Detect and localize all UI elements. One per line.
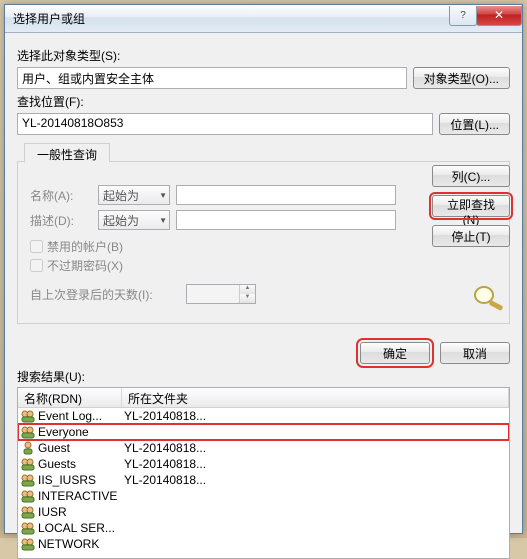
row-name: Guest bbox=[38, 441, 124, 455]
chevron-down-icon: ▼ bbox=[159, 191, 167, 200]
principal-icon bbox=[20, 505, 36, 519]
principal-icon bbox=[20, 473, 36, 487]
chevron-up-icon: ▲ bbox=[240, 285, 255, 294]
location-label: 查找位置(F): bbox=[17, 93, 510, 110]
description-label: 描述(D): bbox=[30, 212, 92, 229]
list-item[interactable]: Event Log...YL-20140818... bbox=[18, 408, 509, 424]
row-name: Guests bbox=[38, 457, 124, 471]
search-results-label: 搜索结果(U): bbox=[5, 368, 522, 385]
stop-button[interactable]: 停止(T) bbox=[432, 225, 510, 247]
principal-icon bbox=[20, 409, 36, 423]
list-item[interactable]: Everyone bbox=[18, 424, 509, 440]
principal-icon bbox=[20, 489, 36, 503]
ok-button[interactable]: 确定 bbox=[360, 342, 430, 364]
chevron-down-icon: ▼ bbox=[159, 216, 167, 225]
description-input[interactable] bbox=[176, 210, 396, 230]
window-title: 选择用户或组 bbox=[13, 10, 450, 27]
column-folder[interactable]: 所在文件夹 bbox=[122, 388, 509, 407]
row-name: Event Log... bbox=[38, 409, 124, 423]
help-button[interactable]: ? bbox=[449, 6, 477, 26]
row-name: Everyone bbox=[38, 425, 124, 439]
principal-icon bbox=[20, 425, 36, 439]
list-item[interactable]: LOCAL SER... bbox=[18, 520, 509, 536]
list-item[interactable]: NETWORK bbox=[18, 536, 509, 552]
dialog-window: 选择用户或组 ? ✕ 选择此对象类型(S): 用户、组或内置安全主体 对象类型(… bbox=[4, 4, 523, 534]
principal-icon bbox=[20, 441, 36, 455]
list-item[interactable]: GuestYL-20140818... bbox=[18, 440, 509, 456]
find-now-button[interactable]: 立即查找(N) bbox=[432, 195, 510, 217]
cancel-button[interactable]: 取消 bbox=[440, 342, 510, 364]
list-header[interactable]: 名称(RDN) 所在文件夹 bbox=[18, 388, 509, 408]
list-item[interactable]: IIS_IUSRSYL-20140818... bbox=[18, 472, 509, 488]
principal-icon bbox=[20, 521, 36, 535]
principal-icon bbox=[20, 537, 36, 551]
days-since-logon-label: 自上次登录后的天数(I): bbox=[30, 286, 180, 303]
name-input[interactable] bbox=[176, 185, 396, 205]
column-name[interactable]: 名称(RDN) bbox=[18, 388, 122, 407]
magnifier-icon bbox=[470, 283, 510, 311]
row-name: INTERACTIVE bbox=[38, 489, 124, 503]
row-folder: YL-20140818... bbox=[124, 473, 507, 487]
list-item[interactable]: INTERACTIVE bbox=[18, 488, 509, 504]
row-folder: YL-20140818... bbox=[124, 441, 507, 455]
results-list[interactable]: 名称(RDN) 所在文件夹 Event Log...YL-20140818...… bbox=[17, 387, 510, 559]
location-field[interactable]: YL-20140818O853 bbox=[17, 113, 433, 135]
row-name: NETWORK bbox=[38, 537, 124, 551]
list-item[interactable]: GuestsYL-20140818... bbox=[18, 456, 509, 472]
name-match-combo[interactable]: 起始为 ▼ bbox=[98, 185, 170, 205]
days-spinner[interactable]: ▲▼ bbox=[186, 284, 256, 304]
object-type-field[interactable]: 用户、组或内置安全主体 bbox=[17, 67, 407, 89]
locations-button[interactable]: 位置(L)... bbox=[439, 113, 510, 135]
row-name: IUSR bbox=[38, 505, 124, 519]
row-name: IIS_IUSRS bbox=[38, 473, 124, 487]
row-name: LOCAL SER... bbox=[38, 521, 124, 535]
chevron-down-icon: ▼ bbox=[240, 294, 255, 303]
principal-icon bbox=[20, 457, 36, 471]
row-folder: YL-20140818... bbox=[124, 457, 507, 471]
columns-button[interactable]: 列(C)... bbox=[432, 165, 510, 187]
object-types-button[interactable]: 对象类型(O)... bbox=[413, 67, 510, 89]
close-button[interactable]: ✕ bbox=[476, 6, 522, 26]
name-label: 名称(A): bbox=[30, 187, 92, 204]
disabled-accounts-checkbox[interactable]: 禁用的帐户(B) bbox=[30, 238, 396, 255]
non-expiring-password-checkbox[interactable]: 不过期密码(X) bbox=[30, 257, 396, 274]
row-folder: YL-20140818... bbox=[124, 409, 507, 423]
list-item[interactable]: IUSR bbox=[18, 504, 509, 520]
description-match-combo[interactable]: 起始为 ▼ bbox=[98, 210, 170, 230]
close-icon: ✕ bbox=[494, 8, 504, 22]
titlebar[interactable]: 选择用户或组 ? ✕ bbox=[5, 5, 522, 33]
object-type-label: 选择此对象类型(S): bbox=[17, 47, 510, 64]
tab-common-queries[interactable]: 一般性查询 bbox=[24, 143, 110, 163]
